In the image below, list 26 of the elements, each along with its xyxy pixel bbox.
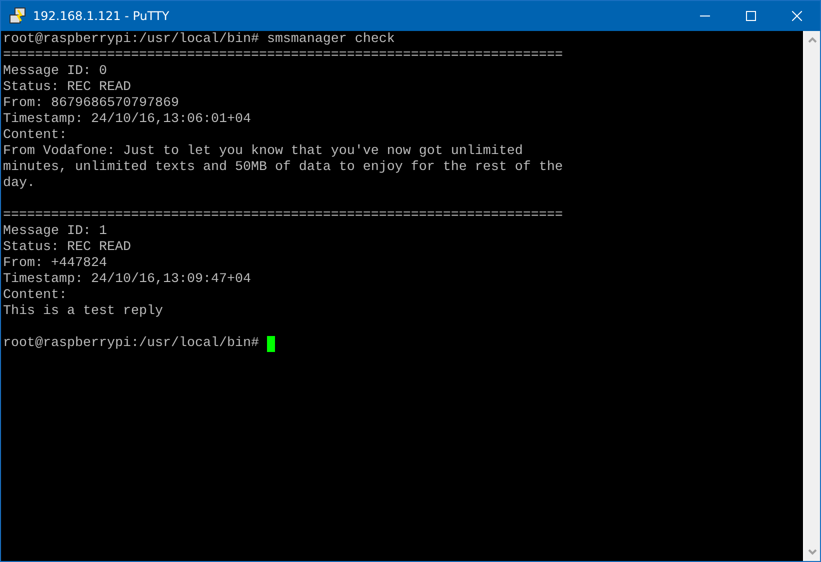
terminal-line: Content: — [3, 288, 67, 304]
terminal-line: Content: — [3, 128, 67, 144]
computer-lightning-icon — [9, 7, 27, 25]
terminal-line: Message ID: 1 — [3, 224, 107, 240]
terminal-line: From: 8679686570797869 — [3, 96, 179, 112]
shell-prompt: root@raspberrypi:/usr/local/bin# — [3, 336, 259, 352]
terminal-line: Timestamp: 24/10/16,13:06:01+04 — [3, 112, 251, 128]
window-title: 192.168.1.121 - PuTTY — [33, 9, 170, 23]
terminal-line: From: +447824 — [3, 256, 107, 272]
scroll-down-icon[interactable] — [808, 549, 816, 555]
text-cursor — [266, 336, 275, 352]
terminal-line: Message ID: 0 — [3, 64, 107, 80]
maximize-icon — [746, 11, 756, 21]
terminal-line: root@raspberrypi:/usr/local/bin# smsmanager check — [3, 32, 395, 48]
terminal-line: Status: REC READ — [3, 80, 131, 96]
scroll-up-icon[interactable] — [808, 37, 816, 43]
terminal-line: Status: REC READ — [3, 240, 131, 256]
terminal-line: Timestamp: 24/10/16,13:09:47+04 — [3, 272, 251, 288]
terminal-line: minutes, unlimited texts and 50MB of data to enjoy for the rest of the — [3, 160, 563, 176]
terminal-line: This is a test reply — [3, 304, 163, 320]
terminal-line: day. — [3, 176, 35, 192]
terminal-line: ====================================================================== — [3, 208, 563, 224]
terminal-line: ====================================================================== — [3, 48, 563, 64]
close-icon — [792, 11, 802, 21]
terminal-line: From Vodafone: Just to let you know that you've now got unlimited — [3, 144, 523, 160]
scrollbar[interactable] — [803, 31, 820, 561]
